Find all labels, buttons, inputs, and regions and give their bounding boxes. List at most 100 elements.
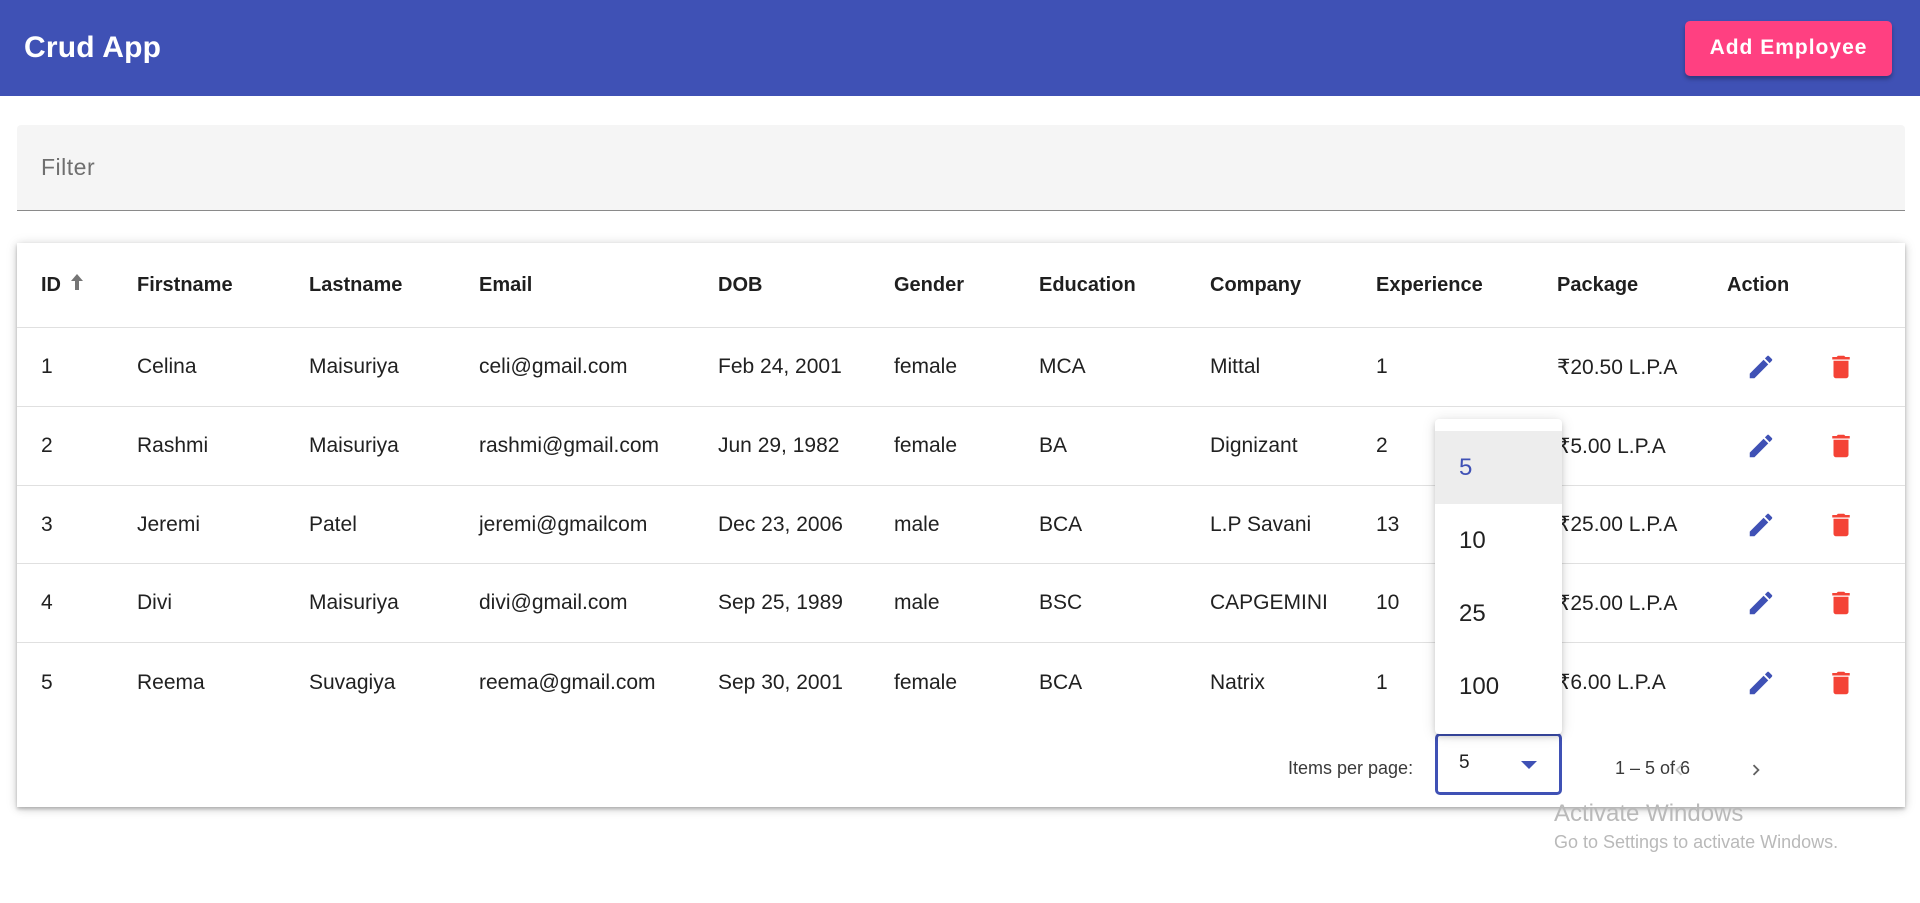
page-size-option[interactable]: 100: [1435, 650, 1562, 723]
header-lastname: Lastname: [309, 274, 402, 297]
chevron-down-icon: [1521, 761, 1537, 769]
cell-company: L.P Savani: [1210, 512, 1312, 536]
cell-lastname: Maisuriya: [309, 355, 399, 378]
delete-button[interactable]: [1821, 347, 1861, 387]
header-experience: Experience: [1376, 274, 1483, 297]
cell-dob: Dec 23, 2006: [718, 512, 843, 536]
table-body: 1 Celina Maisuriya celi@gmail.com Feb 24, 20…: [17, 328, 1905, 722]
edit-button[interactable]: [1741, 583, 1781, 623]
items-per-page-label: Items per page:: [1288, 758, 1414, 778]
header-label: ID: [41, 274, 61, 296]
cell-dob: Sep 30, 2001: [718, 670, 843, 694]
header-id[interactable]: ID: [41, 273, 85, 297]
cell-lastname: Maisuriya: [309, 591, 399, 614]
cell-education: BCA: [1039, 670, 1083, 694]
arrow-up-icon: [69, 273, 85, 297]
cell-dob: Jun 29, 1982: [718, 434, 840, 457]
delete-icon: [1832, 671, 1850, 694]
header-email: Email: [479, 274, 532, 297]
header-label: Package: [1557, 273, 1639, 296]
header-action: Action: [1727, 274, 1789, 297]
cell-firstname: Jeremi: [137, 512, 201, 536]
cell-firstname: Reema: [137, 670, 205, 694]
header-label: Education: [1039, 273, 1136, 296]
header-label: Experience: [1376, 273, 1483, 296]
page-size-option[interactable]: 10: [1435, 504, 1562, 577]
watermark-subtitle: Go to Settings to activate Windows.: [1554, 832, 1839, 852]
header-package: Package: [1557, 274, 1638, 297]
cell-gender: male: [894, 591, 940, 614]
cell-experience: 1: [1376, 670, 1388, 694]
filter-input[interactable]: [17, 125, 1905, 210]
edit-icon: [1749, 513, 1773, 536]
cell-dob: Sep 25, 1989: [718, 591, 843, 614]
add-employee-button[interactable]: Add Employee: [1685, 20, 1892, 76]
table-row: 2 Rashmi Maisuriya rashmi@gmail.com Jun 29, …: [17, 407, 1905, 486]
cell-gender: female: [894, 670, 958, 694]
header-label: DOB: [718, 273, 763, 296]
paginator: Items per page: 1 – 5 of 6: [17, 734, 1905, 806]
header-label: Firstname: [137, 273, 233, 296]
cell-company: Mittal: [1210, 355, 1261, 378]
next-page-button[interactable]: [1734, 748, 1778, 792]
delete-button[interactable]: [1821, 583, 1861, 623]
filter-field[interactable]: [17, 125, 1905, 211]
header-dob: DOB: [718, 274, 762, 297]
cell-education: BSC: [1039, 591, 1083, 614]
cell-email: divi@gmail.com: [479, 591, 628, 614]
cell-gender: male: [894, 512, 940, 536]
edit-button[interactable]: [1741, 426, 1781, 466]
activation-watermark: Activate Windows Go to Settings to activ…: [1554, 800, 1838, 853]
cell-id: 4: [41, 591, 53, 614]
cell-experience: 10: [1376, 591, 1400, 614]
cell-lastname: Patel: [309, 512, 357, 536]
cell-gender: female: [894, 355, 958, 378]
employee-table-card: ID Firstname Lastname Email DOB Gender Educati…: [17, 243, 1905, 807]
cell-company: Dignizant: [1210, 434, 1298, 457]
cell-firstname: Celina: [137, 355, 197, 378]
cell-firstname: Divi: [137, 591, 172, 614]
previous-page-button[interactable]: [1657, 748, 1701, 792]
cell-experience: 13: [1376, 512, 1400, 536]
cell-experience: 1: [1376, 355, 1388, 378]
delete-button[interactable]: [1821, 663, 1861, 703]
delete-button[interactable]: [1821, 426, 1861, 466]
table-row: 3 Jeremi Patel jeremi@gmailcom Dec 23, 2006 m…: [17, 486, 1905, 564]
delete-icon: [1832, 513, 1850, 536]
chevron-right-icon: [1752, 764, 1760, 776]
delete-icon: [1832, 591, 1850, 615]
page-size-select[interactable]: 5: [1435, 733, 1562, 795]
header-label: Lastname: [309, 273, 403, 296]
edit-button[interactable]: [1741, 505, 1781, 545]
cell-dob: Feb 24, 2001: [718, 355, 842, 378]
cell-company: CAPGEMINI: [1210, 591, 1328, 614]
page-size-dropdown: 5 10 25 100: [1435, 419, 1562, 734]
header-gender: Gender: [894, 274, 964, 297]
cell-lastname: Maisuriya: [309, 434, 399, 457]
cell-package: ₹5.00 L.P.A: [1557, 434, 1666, 458]
cell-id: 3: [41, 512, 53, 536]
header-label: Gender: [894, 273, 965, 296]
cell-package: ₹6.00 L.P.A: [1557, 671, 1666, 694]
cell-education: MCA: [1039, 355, 1086, 378]
table-row: 4 Divi Maisuriya divi@gmail.com Sep 25, 1989…: [17, 564, 1905, 643]
table-row: 5 Reema Suvagiya reema@gmail.com Sep 30, 200…: [17, 643, 1905, 722]
cell-id: 5: [41, 670, 53, 694]
edit-icon: [1749, 434, 1773, 458]
edit-button[interactable]: [1741, 663, 1781, 703]
delete-icon: [1832, 434, 1850, 458]
header-firstname: Firstname: [137, 274, 233, 297]
header-label: Email: [479, 273, 533, 296]
app-toolbar: Crud App Add Employee: [0, 0, 1920, 96]
cell-package: ₹20.50 L.P.A: [1557, 355, 1678, 379]
delete-button[interactable]: [1821, 505, 1861, 545]
edit-icon: [1749, 355, 1773, 379]
watermark-title: Activate Windows: [1554, 800, 1744, 827]
page-size-option[interactable]: 5: [1435, 431, 1562, 504]
page-size-option[interactable]: 25: [1435, 577, 1562, 650]
cell-id: 2: [41, 434, 53, 457]
table-header-row: ID Firstname Lastname Email DOB Gender Educati…: [17, 243, 1905, 328]
cell-lastname: Suvagiya: [309, 670, 396, 694]
cell-email: celi@gmail.com: [479, 355, 628, 378]
edit-button[interactable]: [1741, 347, 1781, 387]
